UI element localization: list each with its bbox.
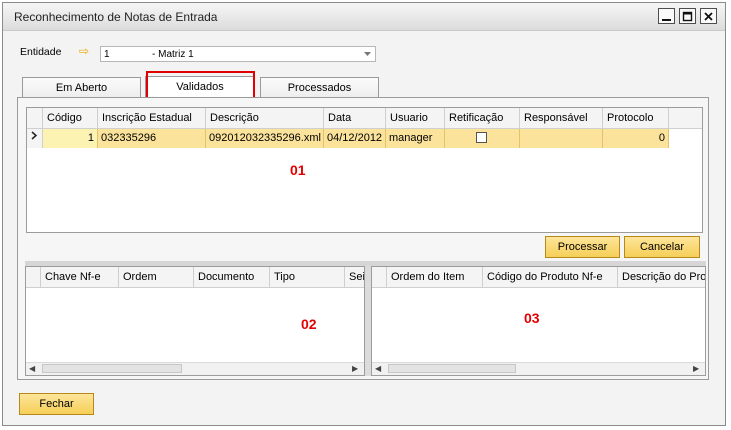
close-button[interactable]: [700, 8, 717, 24]
tab-processados[interactable]: Processados: [260, 77, 379, 99]
minimize-button[interactable]: [658, 8, 675, 24]
column-header[interactable]: Ordem do Item: [387, 267, 483, 288]
column-header[interactable]: Data: [324, 108, 386, 129]
cell-responsavel[interactable]: [520, 129, 603, 148]
retificacao-checkbox[interactable]: [476, 132, 487, 143]
cell-codigo[interactable]: 1: [43, 129, 98, 148]
row-selector[interactable]: [27, 129, 43, 148]
entidade-label: Entidade: [20, 46, 62, 58]
link-arrow-icon[interactable]: ⇨: [79, 44, 89, 58]
row-arrow-icon: [31, 131, 38, 140]
scroll-thumb[interactable]: [388, 364, 516, 373]
column-header[interactable]: Sei: [345, 267, 364, 288]
tab-em-aberto[interactable]: Em Aberto: [22, 77, 141, 99]
chevron-down-icon[interactable]: [364, 52, 371, 57]
column-header[interactable]: Chave Nf-e: [41, 267, 119, 288]
scroll-left-icon[interactable]: ◀: [375, 364, 381, 373]
column-header[interactable]: Retificação: [445, 108, 520, 129]
fechar-button[interactable]: Fechar: [19, 393, 94, 415]
column-header[interactable]: Tipo: [270, 267, 345, 288]
column-header[interactable]: Inscrição Estadual: [98, 108, 206, 129]
cancelar-button[interactable]: Cancelar: [624, 236, 700, 258]
entidade-combobox[interactable]: 1 - Matriz 1: [100, 46, 376, 62]
row-selector-header: [26, 267, 41, 288]
horizontal-scrollbar[interactable]: ◀ ▶: [372, 362, 705, 375]
tab-panel: Código Inscrição Estadual Descrição Data…: [17, 97, 709, 380]
cell-usuario[interactable]: manager: [386, 129, 445, 148]
cell-protocolo[interactable]: 0: [603, 129, 669, 148]
column-header[interactable]: Documento: [194, 267, 270, 288]
column-header-filler: [669, 108, 702, 129]
minimize-icon: [662, 18, 671, 21]
column-header[interactable]: Ordem: [119, 267, 194, 288]
scroll-left-icon[interactable]: ◀: [29, 364, 35, 373]
maximize-button[interactable]: [679, 8, 696, 24]
title-bar[interactable]: Reconhecimento de Notas de Entrada: [3, 3, 725, 31]
column-header[interactable]: Código: [43, 108, 98, 129]
horizontal-scrollbar[interactable]: ◀ ▶: [26, 362, 364, 375]
notas-grid[interactable]: Código Inscrição Estadual Descrição Data…: [26, 107, 703, 233]
scroll-right-icon[interactable]: ▶: [693, 364, 699, 373]
annotation-01: 01: [290, 162, 306, 178]
maximize-icon: [682, 11, 693, 21]
cell-retificacao[interactable]: [445, 129, 520, 148]
cell-data[interactable]: 04/12/2012: [324, 129, 386, 148]
entidade-name: - Matriz 1: [152, 49, 194, 60]
processar-button[interactable]: Processar: [545, 236, 620, 258]
column-header[interactable]: Código do Produto Nf-e: [483, 267, 618, 288]
cell-descricao[interactable]: 092012032335296.xml: [206, 129, 324, 148]
annotation-02: 02: [301, 316, 317, 332]
row-selector-header: [27, 108, 43, 129]
window-title: Reconhecimento de Notas de Entrada: [14, 10, 218, 24]
column-header[interactable]: Descrição: [206, 108, 324, 129]
column-header[interactable]: Usuario: [386, 108, 445, 129]
scroll-right-icon[interactable]: ▶: [352, 364, 358, 373]
column-header[interactable]: Protocolo: [603, 108, 669, 129]
close-icon: [704, 11, 713, 21]
entidade-code: 1: [104, 49, 110, 60]
row-selector-header: [372, 267, 387, 288]
annotation-03: 03: [524, 310, 540, 326]
cell-inscricao[interactable]: 032335296: [98, 129, 206, 148]
scroll-thumb[interactable]: [42, 364, 182, 373]
column-header[interactable]: Descrição do Pro: [618, 267, 705, 288]
column-header[interactable]: Responsável: [520, 108, 603, 129]
